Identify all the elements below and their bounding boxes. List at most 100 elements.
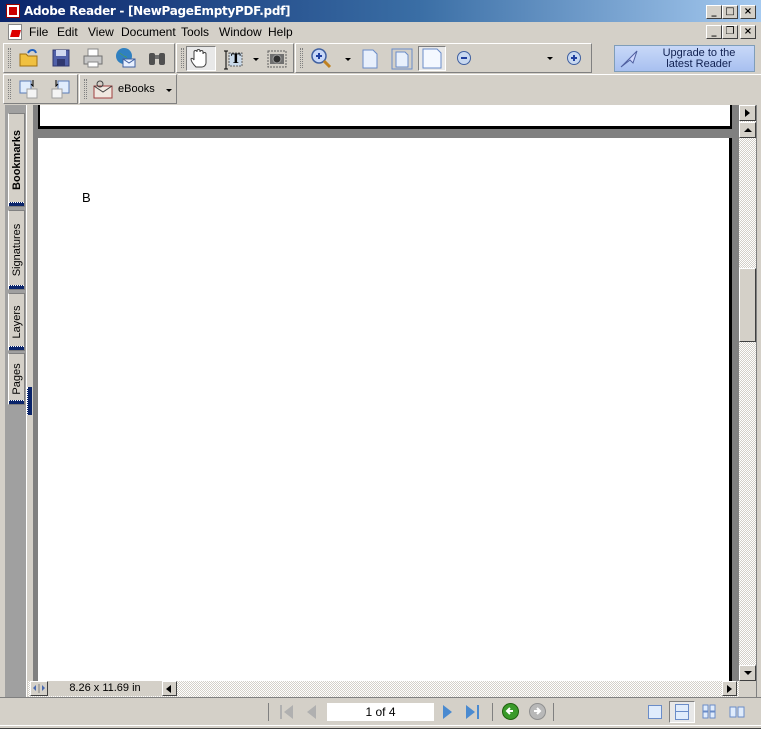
page-size-label: 8.26 x 11.69 in bbox=[48, 681, 162, 696]
tab-indicator bbox=[9, 400, 24, 404]
doc-close-button[interactable]: × bbox=[740, 25, 756, 39]
actual-size-icon[interactable] bbox=[359, 48, 381, 70]
email-icon[interactable] bbox=[114, 47, 136, 69]
tab-bookmarks[interactable]: Bookmarks bbox=[8, 113, 25, 207]
rotate-clockwise-icon[interactable] bbox=[18, 78, 40, 100]
continuous-layout-divider bbox=[676, 711, 688, 712]
maximize-button[interactable]: □ bbox=[722, 5, 738, 19]
page-number-input[interactable]: 1 of 4 bbox=[327, 703, 434, 721]
doc-restore-button[interactable]: ❐ bbox=[722, 25, 738, 39]
fit-width-button[interactable] bbox=[418, 46, 446, 71]
upgrade-reader-button[interactable]: Upgrade to the latest Reader bbox=[614, 45, 755, 72]
menu-edit[interactable]: Edit bbox=[57, 25, 78, 39]
zoom-level-dropdown-caret[interactable] bbox=[547, 57, 553, 60]
continuous-layout-button[interactable] bbox=[669, 701, 695, 723]
adobe-reader-icon bbox=[6, 4, 20, 18]
tab-pages-label: Pages bbox=[10, 363, 23, 395]
tab-indicator bbox=[9, 346, 24, 350]
continuous-facing-layout-button[interactable] bbox=[702, 704, 717, 719]
zoom-out-button[interactable] bbox=[457, 51, 471, 65]
print-icon[interactable] bbox=[82, 47, 104, 69]
fit-page-icon[interactable] bbox=[391, 48, 413, 70]
horizontal-scrollbar[interactable]: 8.26 x 11.69 in bbox=[28, 681, 739, 697]
ebooks-button[interactable]: eBooks bbox=[92, 78, 174, 102]
menu-view[interactable]: View bbox=[88, 25, 114, 39]
upgrade-label: Upgrade to the latest Reader bbox=[649, 48, 749, 70]
menu-window[interactable]: Window bbox=[219, 25, 262, 39]
toolbar-grip[interactable] bbox=[181, 48, 184, 68]
document-viewport[interactable]: B bbox=[33, 105, 739, 698]
scroll-up-button[interactable] bbox=[739, 122, 756, 138]
toolbar-empty-area bbox=[178, 74, 761, 104]
grid-layout-icon bbox=[702, 704, 716, 719]
save-icon[interactable] bbox=[50, 47, 72, 69]
tab-layers-label: Layers bbox=[10, 305, 23, 339]
tab-indicator bbox=[9, 285, 24, 289]
toolbar-grip[interactable] bbox=[84, 79, 87, 99]
previous-page-button[interactable] bbox=[307, 705, 316, 719]
menu-tools[interactable]: Tools bbox=[181, 25, 209, 39]
next-page-scroll-button[interactable] bbox=[739, 105, 756, 121]
menu-help[interactable]: Help bbox=[268, 25, 293, 39]
pdf-document-icon[interactable] bbox=[8, 24, 22, 40]
tab-indicator bbox=[9, 202, 24, 206]
doc-minimize-button[interactable]: _ bbox=[706, 25, 722, 39]
toolbar-grip[interactable] bbox=[300, 48, 303, 68]
vertical-scrollbar[interactable] bbox=[739, 105, 756, 681]
nav-pane-splitter[interactable] bbox=[26, 105, 32, 697]
facing-layout-icon bbox=[729, 706, 745, 718]
hand-tool-button[interactable] bbox=[186, 46, 216, 71]
current-page: B bbox=[38, 138, 732, 698]
split-arrows-icon bbox=[33, 684, 45, 693]
last-page-button[interactable] bbox=[466, 704, 482, 720]
tab-pages[interactable]: Pages bbox=[8, 353, 25, 405]
pages-toolbar bbox=[3, 74, 78, 104]
toolbar-grip[interactable] bbox=[8, 79, 11, 99]
arrow-right-icon bbox=[727, 685, 732, 693]
menu-file[interactable]: File bbox=[29, 25, 48, 39]
tab-signatures-label: Signatures bbox=[10, 223, 23, 277]
scroll-thumb[interactable] bbox=[739, 268, 756, 342]
go-back-button[interactable] bbox=[502, 703, 519, 720]
zoom-in-button[interactable] bbox=[567, 51, 581, 65]
tab-layers[interactable]: Layers bbox=[8, 293, 25, 351]
navigation-pane: Bookmarks Signatures Layers Pages bbox=[5, 105, 27, 697]
selection-toolbar: T bbox=[176, 43, 294, 73]
search-binoculars-icon[interactable] bbox=[146, 47, 168, 69]
page-text: B bbox=[82, 190, 91, 205]
zoom-in-tool-icon[interactable] bbox=[310, 47, 332, 69]
go-forward-button[interactable] bbox=[529, 703, 546, 720]
scroll-left-button[interactable] bbox=[162, 681, 177, 696]
window-title: Adobe Reader - [NewPageEmptyPDF.pdf] bbox=[24, 4, 291, 18]
splitter-handle[interactable] bbox=[27, 387, 32, 415]
zoom-toolbar: 87% bbox=[295, 43, 592, 73]
zoom-tool-dropdown-caret[interactable] bbox=[345, 58, 351, 61]
arrow-down-icon bbox=[744, 671, 752, 675]
hand-icon bbox=[190, 49, 207, 68]
close-button[interactable]: × bbox=[740, 5, 756, 19]
scroll-right-button[interactable] bbox=[722, 681, 737, 696]
snapshot-camera-icon[interactable] bbox=[266, 48, 288, 70]
minimize-button[interactable]: _ bbox=[706, 5, 722, 19]
file-toolbar bbox=[3, 43, 175, 73]
last-page-icon bbox=[466, 705, 475, 719]
toolbar-grip[interactable] bbox=[8, 48, 11, 68]
ebooks-toolbar: eBooks bbox=[79, 74, 177, 104]
fit-width-icon bbox=[422, 48, 442, 69]
open-icon[interactable] bbox=[18, 47, 40, 69]
tab-signatures[interactable]: Signatures bbox=[8, 210, 25, 290]
tab-bookmarks-label: Bookmarks bbox=[10, 130, 23, 190]
back-arrow-icon bbox=[505, 707, 513, 715]
split-handle-button[interactable] bbox=[30, 681, 48, 696]
text-select-dropdown-caret[interactable] bbox=[253, 58, 259, 61]
next-page-button[interactable] bbox=[443, 705, 452, 719]
text-select-tool[interactable]: T bbox=[221, 49, 243, 71]
single-page-layout-button[interactable] bbox=[648, 705, 662, 719]
rotate-counterclockwise-icon[interactable] bbox=[49, 78, 71, 100]
upgrade-arrow-icon bbox=[620, 50, 638, 68]
scroll-down-button[interactable] bbox=[739, 665, 756, 681]
menu-document[interactable]: Document bbox=[121, 25, 176, 39]
status-bar: 1 of 4 bbox=[0, 697, 761, 725]
facing-layout-button[interactable] bbox=[729, 705, 745, 719]
first-page-button[interactable] bbox=[279, 704, 295, 720]
